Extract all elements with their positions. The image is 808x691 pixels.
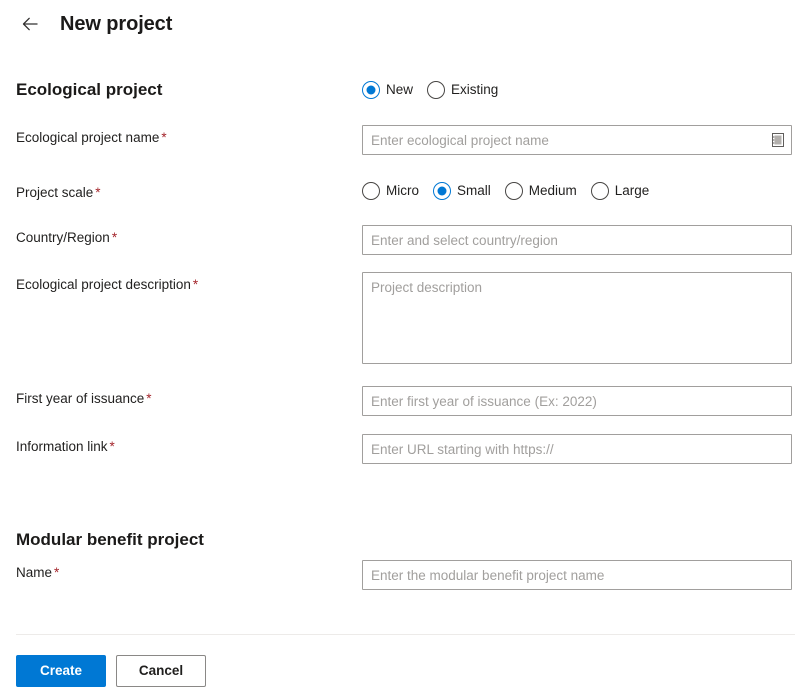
section-heading-ecological: Ecological project — [16, 80, 163, 99]
field-row-ecological-project-description: Ecological project description * — [16, 272, 792, 369]
form-scroll-region[interactable]: Ecological project New Existing Ecologic… — [0, 48, 808, 634]
radio-mark-icon — [504, 182, 523, 200]
ecological-section-header-row: Ecological project New Existing — [16, 79, 792, 101]
radio-label: Existing — [451, 82, 499, 97]
field-row-project-scale: Project scale * Micro Small Medium Large — [16, 180, 792, 202]
required-asterisk: * — [192, 277, 199, 292]
label-text: First year of issuance — [16, 391, 145, 406]
book-contacts-icon[interactable] — [768, 130, 788, 150]
radio-label: Large — [614, 183, 650, 198]
field-row-information-link: Information link * — [16, 434, 792, 464]
label-project-scale: Project scale * — [16, 180, 362, 202]
required-asterisk: * — [146, 391, 152, 406]
radio-label: Medium — [528, 183, 577, 198]
label-ecological-project-description: Ecological project description * — [16, 272, 362, 294]
label-first-year-of-issuance: First year of issuance * — [16, 386, 362, 408]
label-text: Information link — [16, 439, 108, 454]
page-title: New project — [60, 13, 173, 35]
radio-mark-icon — [590, 182, 609, 200]
ecological-project-description-textarea[interactable] — [362, 272, 792, 364]
cancel-button[interactable]: Cancel — [116, 655, 206, 687]
radio-label: New — [386, 82, 414, 97]
radio-mark-icon — [362, 182, 380, 200]
required-asterisk: * — [109, 439, 115, 454]
radio-label: Micro — [386, 183, 419, 198]
radio-ecological-mode-new[interactable]: New — [362, 81, 413, 99]
page-header: New project — [0, 0, 808, 48]
radio-mark-icon — [362, 81, 380, 99]
required-asterisk: * — [95, 185, 101, 200]
field-row-first-year-of-issuance: First year of issuance * — [16, 386, 792, 416]
label-information-link: Information link * — [16, 434, 362, 456]
field-row-modular-name: Name * — [16, 560, 792, 590]
label-text: Country/Region — [16, 230, 110, 245]
radio-project-scale-micro[interactable]: Micro — [362, 182, 419, 200]
project-scale-radio-group[interactable]: Micro Small Medium Large — [362, 180, 792, 200]
radio-project-scale-small[interactable]: Small — [433, 182, 491, 200]
field-row-ecological-project-name: Ecological project name * — [16, 125, 792, 155]
label-text: Project scale — [16, 185, 94, 200]
required-asterisk: * — [54, 565, 60, 580]
arrow-left-icon — [20, 14, 40, 34]
ecological-project-name-input[interactable] — [362, 125, 792, 155]
information-link-input[interactable] — [362, 434, 792, 464]
label-modular-name: Name * — [16, 560, 362, 582]
label-ecological-project-name: Ecological project name * — [16, 125, 362, 147]
radio-ecological-mode-existing[interactable]: Existing — [427, 81, 498, 99]
create-button[interactable]: Create — [16, 655, 106, 687]
label-text: Ecological project description — [16, 277, 191, 292]
modular-section-header: Modular benefit project — [16, 529, 792, 551]
modular-benefit-project-name-input[interactable] — [362, 560, 792, 590]
radio-mark-icon — [433, 182, 451, 200]
footer-actions: Create Cancel — [16, 655, 206, 687]
back-button[interactable] — [16, 10, 44, 38]
field-row-country-region: Country/Region * — [16, 225, 792, 255]
label-text: Ecological project name — [16, 130, 160, 145]
label-country-region: Country/Region * — [16, 225, 362, 247]
label-text: Name — [16, 565, 53, 580]
footer-divider — [16, 634, 795, 635]
radio-label: Small — [457, 183, 491, 198]
required-asterisk: * — [161, 130, 167, 145]
first-year-of-issuance-input[interactable] — [362, 386, 792, 416]
section-heading-modular: Modular benefit project — [16, 530, 204, 549]
radio-project-scale-large[interactable]: Large — [590, 182, 650, 200]
country-region-input[interactable] — [362, 225, 792, 255]
radio-project-scale-medium[interactable]: Medium — [504, 182, 577, 200]
radio-mark-icon — [427, 81, 446, 99]
ecological-mode-radio-group[interactable]: New Existing — [362, 79, 792, 99]
required-asterisk: * — [111, 230, 118, 245]
page-footer: Create Cancel — [0, 634, 808, 691]
